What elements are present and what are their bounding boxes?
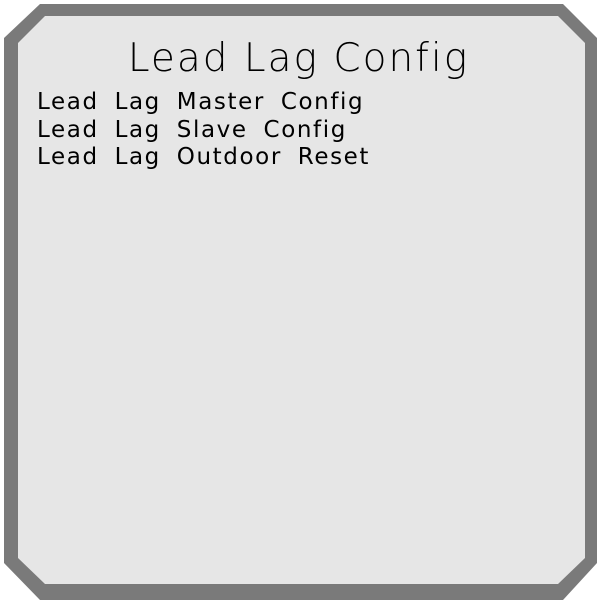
config-menu: Lead Lag Master Config Lead Lag Slave Co… [37,89,370,172]
menu-item-slave-config[interactable]: Lead Lag Slave Config [37,117,370,145]
menu-item-master-config[interactable]: Lead Lag Master Config [37,89,370,117]
page-title: Lead Lag Config [127,36,470,81]
menu-item-outdoor-reset[interactable]: Lead Lag Outdoor Reset [37,144,370,172]
lead-lag-config-screen: Lead Lag Config Lead Lag Master Config L… [0,0,597,600]
